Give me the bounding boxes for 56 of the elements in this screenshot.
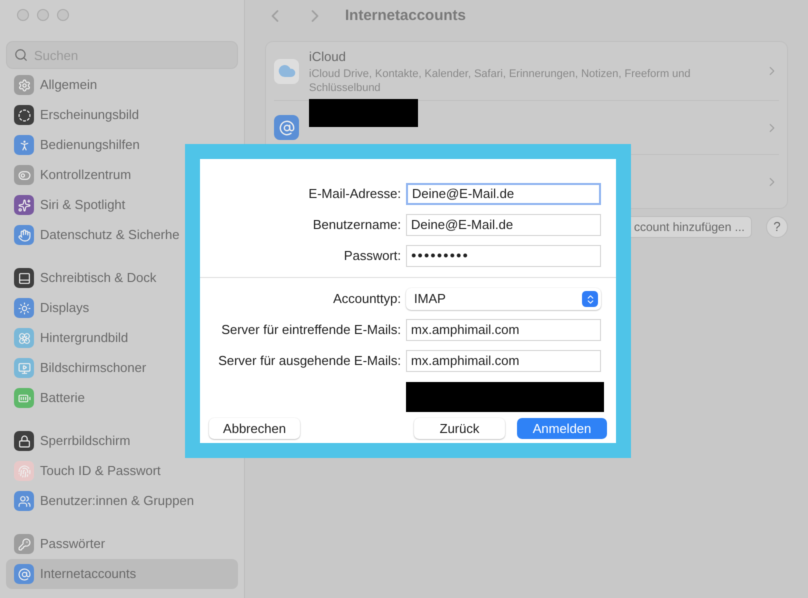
key-icon [14,534,34,554]
window-control-icon[interactable] [37,9,49,21]
sidebar-item[interactable]: Kontrollzentrum [6,160,238,190]
battery-icon [14,388,34,408]
accessibility-icon [14,135,34,155]
account-type-popup[interactable]: IMAP [406,288,601,310]
account-name: iCloud [309,48,347,66]
window-control-icon[interactable] [17,9,29,21]
sun-icon [14,298,34,318]
field-label: E-Mail-Adresse: [308,185,401,204]
sidebar-item[interactable]: Passwörter [6,529,238,559]
sidebar-item[interactable]: Touch ID & Passwort [6,456,238,486]
account-detail: iCloud Drive, Kontakte, Kalender, Safari, Erinnerungen, Notizen, Freeform und Schlüsselbund [309,66,692,95]
sidebar-item[interactable]: Schreibtisch & Dock [6,263,238,293]
toggle-icon [14,165,34,185]
sidebar-item[interactable]: Batterie [6,383,238,413]
input-field[interactable]: Deine@E-Mail.de [406,183,601,205]
dock-icon [14,268,34,288]
field-label: Server für eintreffende E-Mails: [221,321,401,340]
help-button[interactable]: ? [766,216,788,238]
lock-icon [14,431,34,451]
dialog-button[interactable]: Abbrechen [209,418,300,439]
field-label: Server für ausgehende E-Mails: [218,352,401,370]
input-field[interactable]: mx.amphimail.com [406,319,601,341]
account-row[interactable]: iCloud iCloud Drive, Kontakte, Kalender, Safari, Erinnerungen, Notizen, Freeform und Schlüsselbund [274,42,779,100]
screen-icon [14,358,34,378]
page-title: Internetaccounts [345,6,466,26]
sidebar-item[interactable]: Siri & Spotlight [6,190,238,220]
fingerprint-icon [14,461,34,481]
sidebar-item[interactable]: Datenschutz & Sicherhe [6,220,238,250]
sidebar-item[interactable]: Displays [6,293,238,323]
at-sign-icon [274,115,299,140]
sidebar-item[interactable]: Bedienungshilfen [6,130,238,160]
dialog-button[interactable]: Zurück [414,418,505,439]
field-label: Passwort: [344,247,401,266]
sidebar-item[interactable]: Erscheinungsbild [6,100,238,130]
window-control-icon[interactable] [57,9,69,21]
input-field[interactable]: mx.amphimail.com [406,350,601,372]
password-field[interactable]: ●●●●●●●●● [406,245,601,267]
cloud-icon [274,58,299,84]
hand-icon [14,225,34,245]
gear-icon [14,75,34,95]
stepper-icon [582,291,598,307]
sidebar-item[interactable]: Allgemein [6,70,238,100]
primary-button[interactable]: Anmelden [517,418,607,439]
flower-icon [14,328,34,348]
appearance-icon [14,105,34,125]
field-label: Benutzername: [312,216,401,234]
field-label: Accounttyp: [333,290,401,308]
input-field[interactable]: Deine@E-Mail.de [406,214,601,236]
sparkle-icon [14,195,34,215]
users-icon [14,491,34,511]
sidebar-item[interactable]: Benutzer:innen & Gruppen [6,486,238,516]
sidebar-item[interactable]: Internetaccounts [6,559,238,589]
at-sign-icon [14,564,34,584]
search-icon [14,48,28,62]
